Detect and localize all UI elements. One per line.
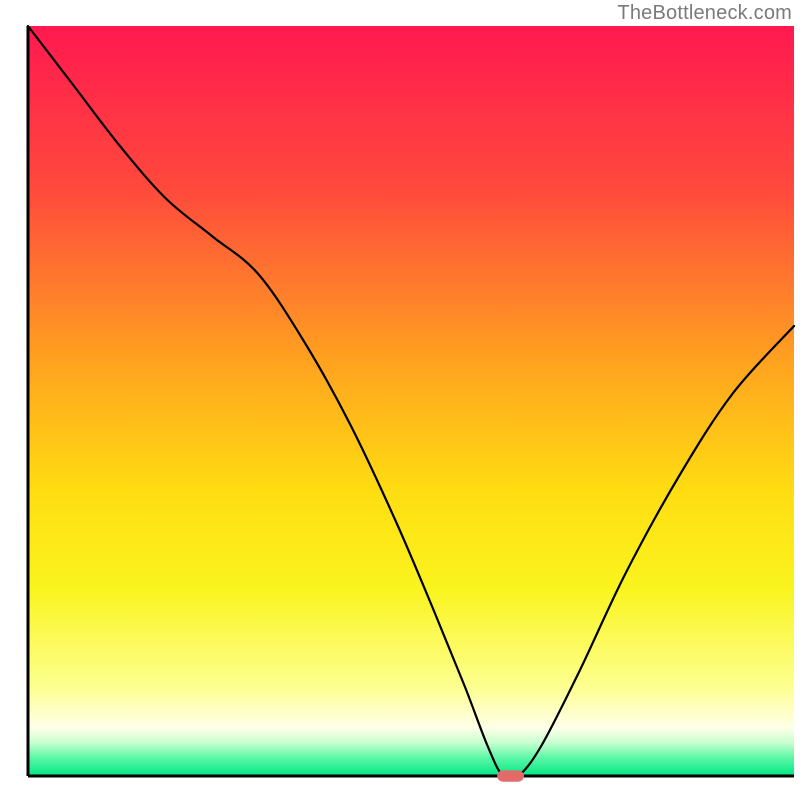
watermark-text: TheBottleneck.com: [617, 2, 792, 25]
plot-background: [28, 26, 794, 776]
chart-container: TheBottleneck.com: [0, 0, 800, 800]
optimal-marker: [497, 770, 524, 781]
bottleneck-chart: [0, 0, 800, 800]
